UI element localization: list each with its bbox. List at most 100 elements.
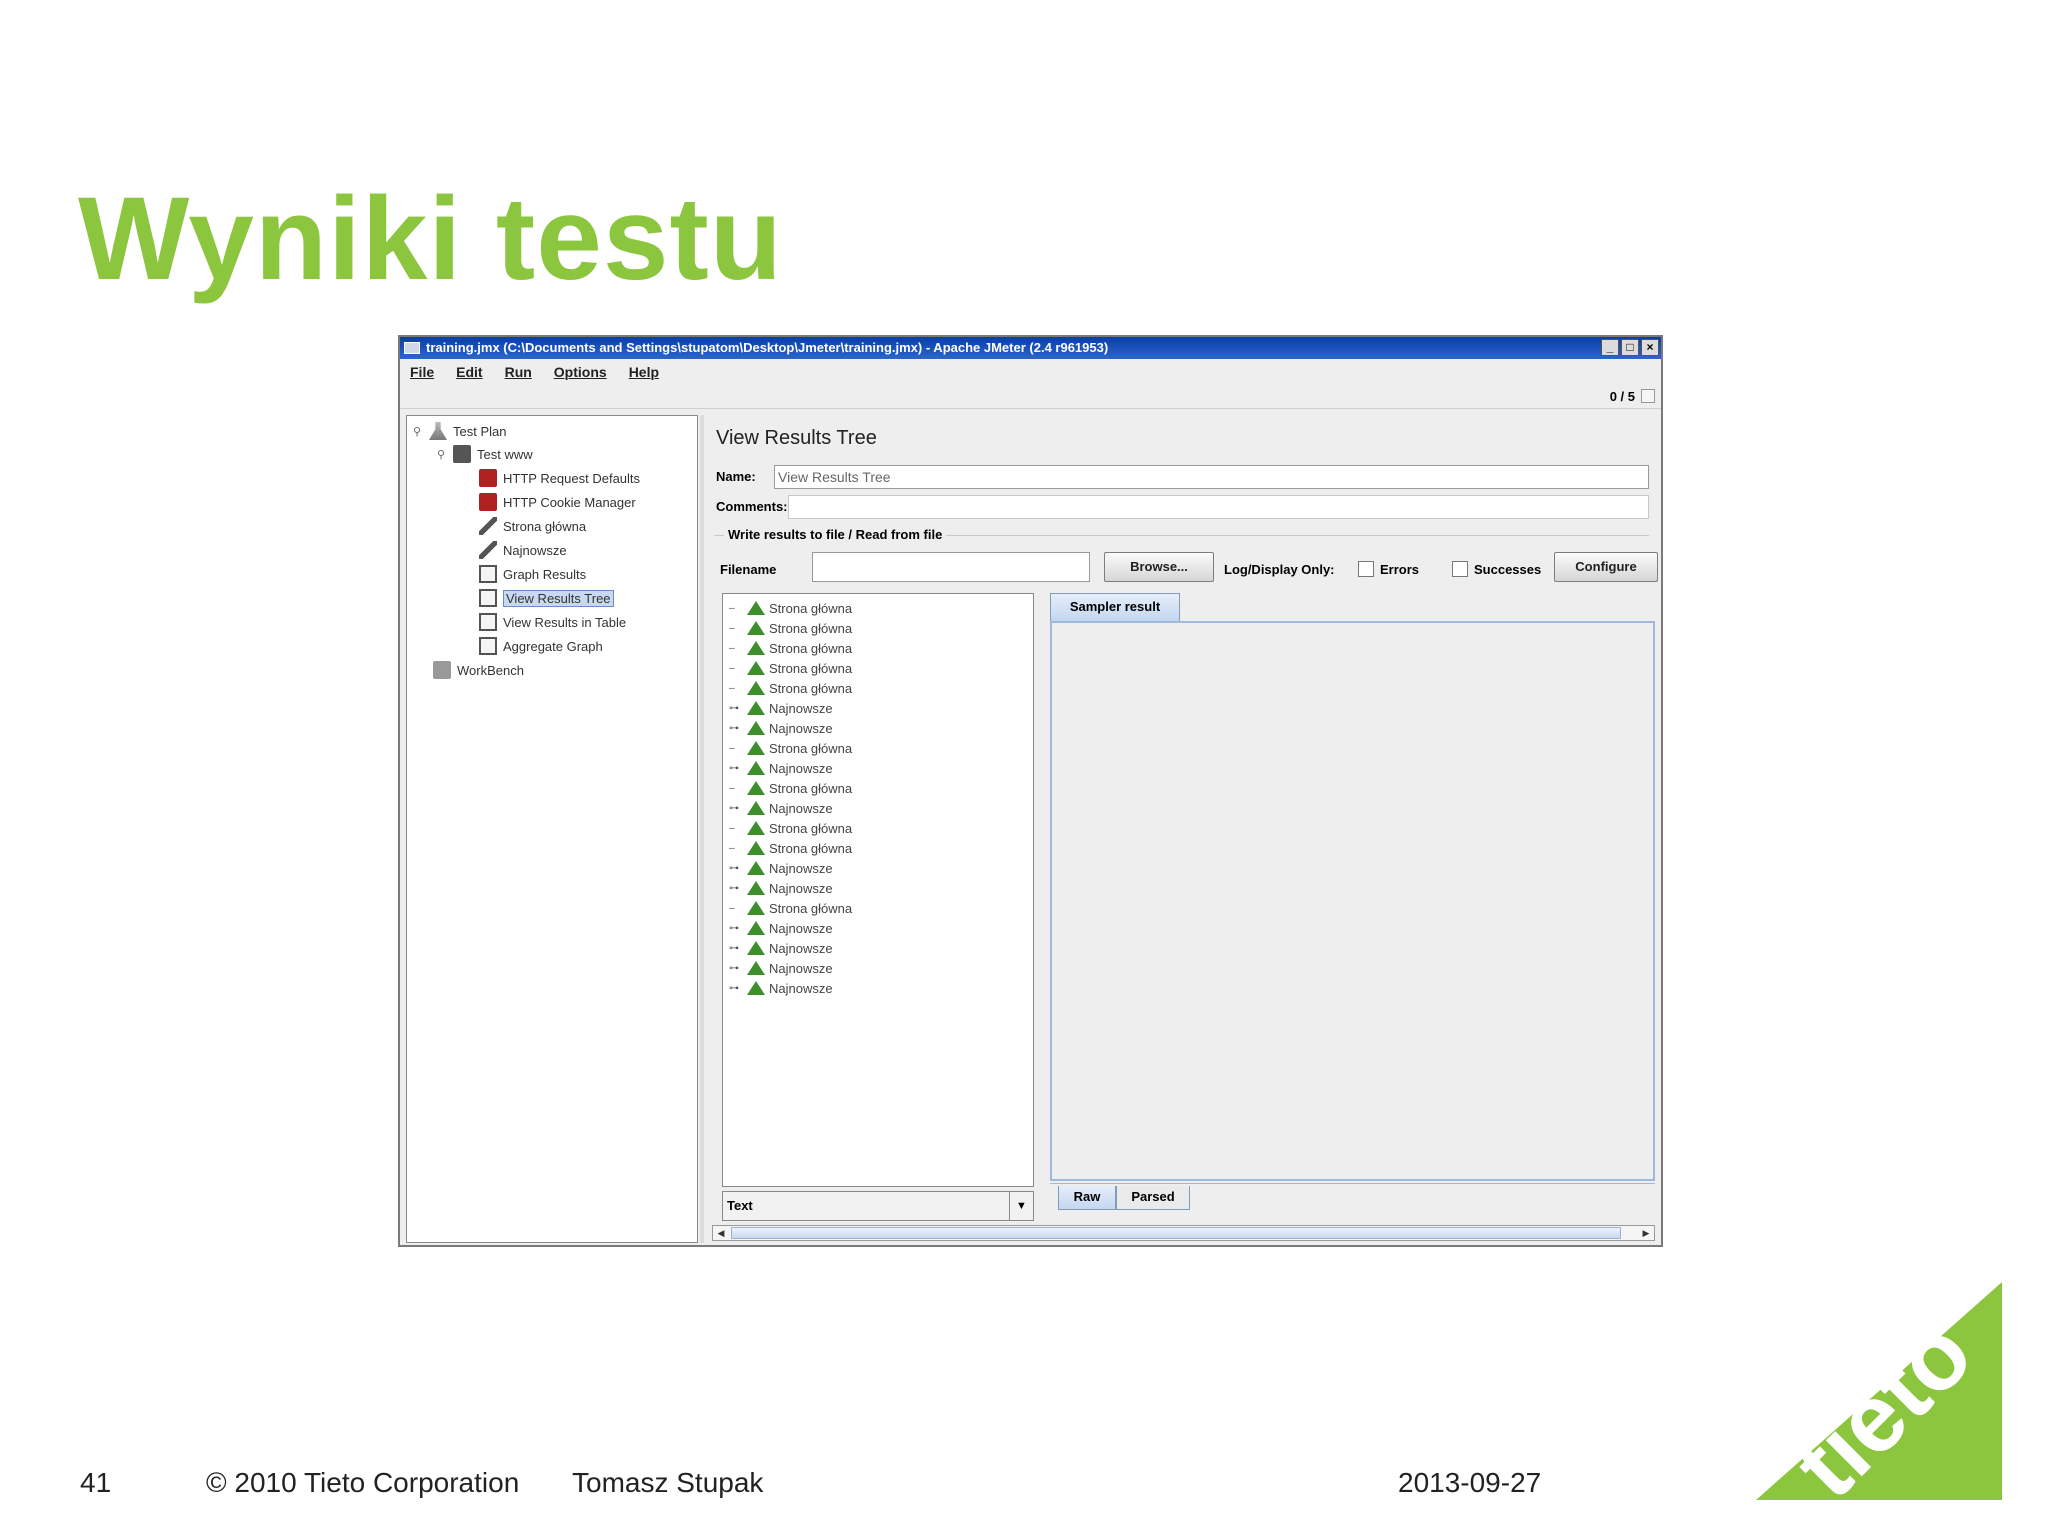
result-item[interactable]: ⊶ Najnowsze <box>729 858 833 878</box>
maximize-button[interactable]: □ <box>1621 339 1639 356</box>
configure-button[interactable]: Configure <box>1554 552 1658 582</box>
write-results-group-title: Write results to file / Read from file <box>724 527 947 542</box>
result-item[interactable]: ⊶ Najnowsze <box>729 698 833 718</box>
expand-handle-icon[interactable]: ⊶ <box>729 963 747 974</box>
result-label: Najnowsze <box>769 960 833 976</box>
success-icon <box>747 661 765 675</box>
tree-item-http-request-defaults[interactable]: HTTP Request Defaults <box>479 467 640 489</box>
expand-handle-icon[interactable]: ⊶ <box>729 803 747 814</box>
tree-item-test-www[interactable]: ⚲ Test www <box>437 443 533 465</box>
filename-label: Filename <box>720 562 777 577</box>
result-item[interactable]: ⊶ Najnowsze <box>729 958 833 978</box>
success-icon <box>747 901 765 915</box>
tree-line-icon: – <box>729 902 735 914</box>
menu-file[interactable]: File <box>410 364 434 380</box>
result-item[interactable]: – Strona główna <box>729 778 852 798</box>
renderer-select-value: Text <box>727 1198 753 1213</box>
result-item[interactable]: ⊶ Najnowsze <box>729 918 833 938</box>
expand-handle-icon[interactable]: ⊶ <box>729 983 747 994</box>
result-item[interactable]: – Strona główna <box>729 738 852 758</box>
close-button[interactable]: × <box>1641 339 1659 356</box>
tree-item-najnowsze[interactable]: Najnowsze <box>479 539 567 561</box>
split-pane-divider[interactable] <box>700 415 704 1243</box>
expander-icon[interactable]: ⚲ <box>437 448 447 461</box>
listener-icon <box>479 565 497 583</box>
log-display-only-label: Log/Display Only: <box>1224 562 1335 577</box>
filename-input[interactable] <box>812 552 1090 582</box>
scroll-right-icon[interactable]: ▶ <box>1638 1226 1654 1240</box>
tree-item-graph-results[interactable]: Graph Results <box>479 563 586 585</box>
menu-options[interactable]: Options <box>554 364 607 380</box>
scrollbar-thumb[interactable] <box>731 1227 1621 1239</box>
chevron-down-icon[interactable]: ▼ <box>1009 1192 1033 1220</box>
tree-line-icon: – <box>729 782 735 794</box>
result-label: Strona główna <box>769 600 853 616</box>
successes-checkbox[interactable] <box>1452 561 1468 577</box>
horizontal-scrollbar[interactable]: ◀ ▶ <box>712 1225 1655 1241</box>
tree-item-aggregate-graph[interactable]: Aggregate Graph <box>479 635 603 657</box>
result-item[interactable]: – Strona główna <box>729 618 852 638</box>
success-icon <box>747 881 765 895</box>
tree-item-workbench[interactable]: WorkBench <box>433 659 524 681</box>
listener-icon <box>479 613 497 631</box>
expand-handle-icon[interactable]: ⊶ <box>729 943 747 954</box>
result-item[interactable]: – Strona główna <box>729 898 852 918</box>
result-item[interactable]: ⊶ Najnowsze <box>729 978 833 998</box>
result-label: Strona główna <box>769 640 853 656</box>
expand-handle-icon[interactable]: ⊶ <box>729 763 747 774</box>
results-tree: – Strona główna – Strona główna – Strona głów… <box>722 593 1034 1187</box>
result-item[interactable]: ⊶ Najnowsze <box>729 758 833 778</box>
result-label: Najnowsze <box>769 940 833 956</box>
tab-sampler-result[interactable]: Sampler result <box>1050 593 1180 621</box>
result-item[interactable]: ⊶ Najnowsze <box>729 938 833 958</box>
menu-help[interactable]: Help <box>629 364 659 380</box>
minimize-button[interactable]: _ <box>1601 339 1619 356</box>
expand-handle-icon[interactable]: ⊶ <box>729 703 747 714</box>
result-item[interactable]: – Strona główna <box>729 818 852 838</box>
tree-item-strona-glowna[interactable]: Strona główna <box>479 515 586 537</box>
test-plan-tree: ⚲ Test Plan ⚲ Test www HTTP Request Defa… <box>406 415 698 1243</box>
tab-parsed[interactable]: Parsed <box>1116 1186 1190 1210</box>
tree-line-icon: – <box>729 682 735 694</box>
config-icon <box>479 493 497 511</box>
success-icon <box>747 921 765 935</box>
tree-item-view-results-in-table[interactable]: View Results in Table <box>479 611 626 633</box>
tab-raw[interactable]: Raw <box>1058 1186 1116 1210</box>
success-icon <box>747 801 765 815</box>
renderer-select[interactable]: Text ▼ <box>722 1191 1034 1221</box>
tree-item-http-cookie-manager[interactable]: HTTP Cookie Manager <box>479 491 636 513</box>
menu-edit[interactable]: Edit <box>456 364 482 380</box>
browse-button[interactable]: Browse... <box>1104 552 1214 582</box>
result-item[interactable]: – Strona główna <box>729 678 852 698</box>
success-icon <box>747 841 765 855</box>
expand-handle-icon[interactable]: ⊶ <box>729 863 747 874</box>
result-label: Strona główna <box>769 840 853 856</box>
menu-run[interactable]: Run <box>505 364 532 380</box>
result-item[interactable]: – Strona główna <box>729 658 852 678</box>
result-label: Najnowsze <box>769 760 833 776</box>
success-icon <box>747 821 765 835</box>
tree-item-view-results-tree[interactable]: View Results Tree <box>479 587 614 609</box>
comments-label: Comments: <box>716 499 788 514</box>
result-item[interactable]: – Strona główna <box>729 598 852 618</box>
name-label: Name: <box>716 469 756 484</box>
expander-icon[interactable]: ⚲ <box>413 425 423 438</box>
result-item[interactable]: ⊶ Najnowsze <box>729 718 833 738</box>
window-titlebar[interactable]: training.jmx (C:\Documents and Settings\… <box>400 337 1661 359</box>
name-field[interactable]: View Results Tree <box>774 465 1649 489</box>
expand-handle-icon[interactable]: ⊶ <box>729 723 747 734</box>
result-item[interactable]: – Strona główna <box>729 838 852 858</box>
success-icon <box>747 861 765 875</box>
tree-item-test-plan[interactable]: ⚲ Test Plan <box>413 420 506 442</box>
success-icon <box>747 781 765 795</box>
scroll-left-icon[interactable]: ◀ <box>713 1226 729 1240</box>
slide-title: Wyniki testu <box>78 173 783 305</box>
result-label: Najnowsze <box>769 860 833 876</box>
errors-checkbox[interactable] <box>1358 561 1374 577</box>
expand-handle-icon[interactable]: ⊶ <box>729 923 747 934</box>
result-item[interactable]: ⊶ Najnowsze <box>729 878 833 898</box>
expand-handle-icon[interactable]: ⊶ <box>729 883 747 894</box>
comments-field[interactable] <box>788 495 1649 519</box>
result-item[interactable]: ⊶ Najnowsze <box>729 798 833 818</box>
result-item[interactable]: – Strona główna <box>729 638 852 658</box>
